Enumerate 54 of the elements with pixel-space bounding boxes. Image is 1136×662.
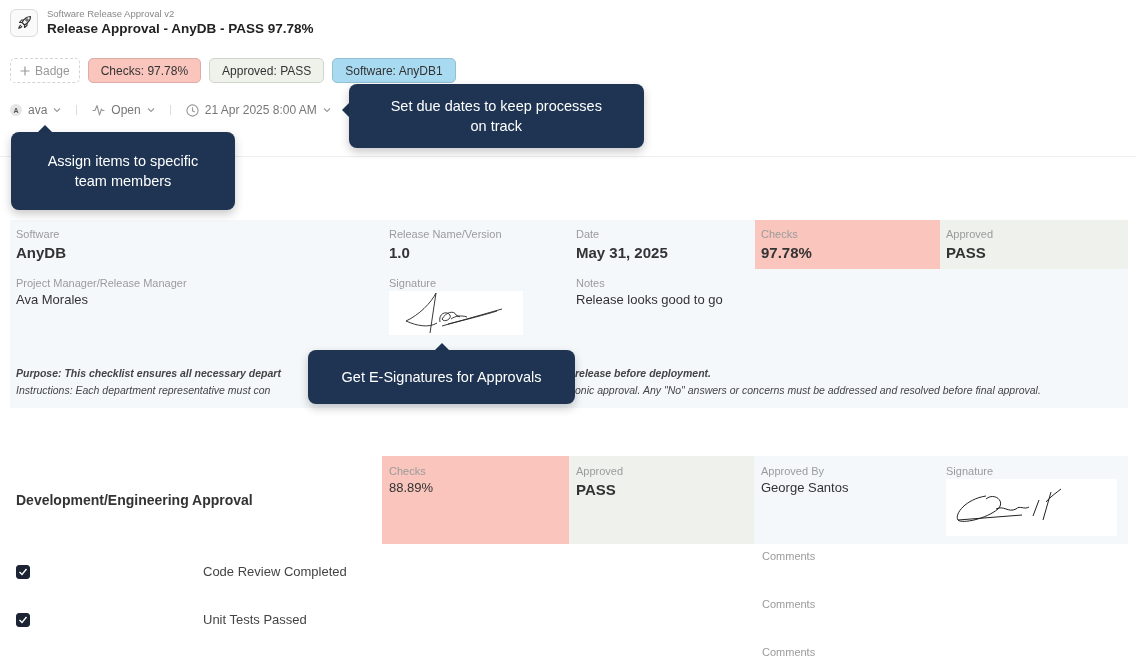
purpose-text: Purpose: This checklist ensures all necessary depart (16, 366, 283, 381)
page-title: Release Approval - AnyDB - PASS 97.78% (47, 20, 314, 37)
section-title: Development/Engineering Approval (15, 490, 254, 510)
due-date-dropdown[interactable]: 21 Apr 2025 8:00 AM (185, 101, 331, 119)
field-label: Approved (946, 227, 995, 241)
form-subtitle: Software Release Approval v2 (47, 8, 176, 20)
pulse-icon (92, 104, 106, 116)
field-label: Approved By (761, 464, 825, 478)
field-value: Release looks good to go (576, 291, 724, 309)
comments-label: Comments (761, 645, 817, 659)
tooltip: Set due dates to keep processes on track (348, 84, 644, 148)
field-value: 1.0 (389, 243, 411, 263)
status-dropdown[interactable]: Open (92, 101, 155, 119)
instructions-text: Instructions: Each department representative must con (16, 383, 272, 398)
tooltip-pointer-icon (38, 125, 52, 132)
field-label: Signature (389, 276, 438, 290)
checkbox[interactable] (16, 565, 30, 579)
checkbox[interactable] (16, 613, 30, 627)
tag-badge[interactable]: Checks: 97.78% (87, 58, 202, 83)
tooltip-pointer-icon (434, 343, 449, 350)
checklist-item-label: Unit Tests Passed (202, 611, 307, 630)
checklist-item-label: Code Review Completed (202, 563, 347, 582)
field-value: George Santos (761, 479, 850, 497)
field-label: Notes (576, 276, 606, 290)
field-label: Checks (389, 464, 427, 478)
comments-label: Comments (761, 549, 817, 563)
field-value: 88.89% (389, 479, 435, 497)
tag-badge[interactable]: Approved: PASS (209, 58, 325, 83)
field-label: Checks (761, 227, 799, 241)
field-label: Approved (576, 464, 625, 478)
comments-label: Comments (761, 597, 817, 611)
field-label: Signature (946, 464, 995, 478)
purpose-text: release before deployment. (575, 366, 712, 381)
field-value: May 31, 2025 (576, 243, 669, 263)
instructions-text: onic approval. Any "No" answers or concerns must be addressed and resolved before final approval. (575, 383, 1042, 398)
field-label: Software (16, 227, 61, 241)
plus-icon (20, 65, 30, 76)
tag-badge[interactable]: Software: AnyDB1 (332, 58, 456, 83)
chevron-down-icon (53, 107, 62, 113)
field-label: Project Manager/Release Manager (16, 276, 188, 290)
field-label: Release Name/Version (389, 227, 503, 241)
chevron-down-icon (146, 107, 155, 113)
clock-icon (185, 103, 199, 117)
field-value: AnyDB (16, 243, 67, 263)
tooltip: Get E-Signatures for Approvals (308, 350, 575, 404)
rocket-icon (10, 8, 38, 37)
tooltip: Assign items to specific team members (11, 132, 235, 210)
field-value: PASS (576, 480, 617, 500)
tooltip-pointer-icon (341, 103, 349, 117)
field-value: PASS (946, 243, 987, 263)
field-value: 97.78% (761, 243, 813, 263)
field-label: Date (576, 227, 601, 241)
chevron-down-icon (322, 107, 331, 113)
field-value: Ava Morales (16, 291, 89, 309)
